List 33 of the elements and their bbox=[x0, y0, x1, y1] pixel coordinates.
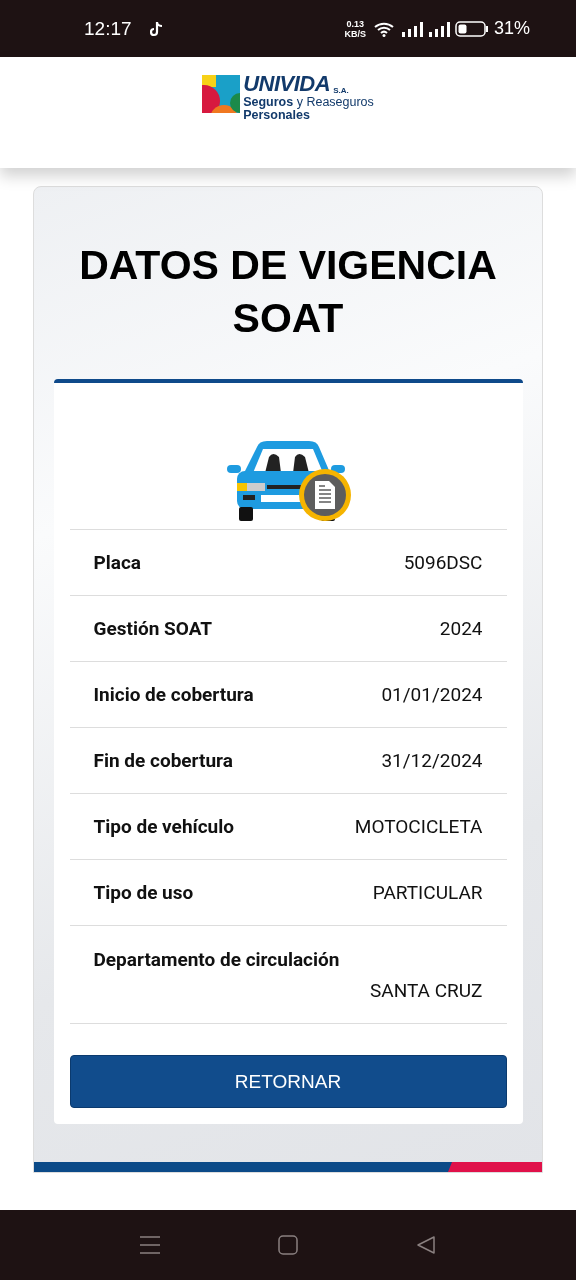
home-icon[interactable] bbox=[278, 1235, 298, 1255]
battery-icon bbox=[454, 20, 489, 37]
field-label: Tipo de uso bbox=[93, 881, 194, 904]
net-unit: KB/S bbox=[344, 28, 366, 39]
page-title: DATOS DE VIGENCIA SOAT bbox=[78, 241, 498, 343]
field-value: PARTICULAR bbox=[372, 881, 483, 904]
field-value: 2024 bbox=[439, 617, 483, 640]
signal-icon bbox=[400, 20, 423, 37]
field-label: Placa bbox=[93, 551, 141, 574]
logo-mark-icon bbox=[202, 75, 241, 113]
field-value: 31/12/2024 bbox=[381, 749, 483, 772]
field-value: 5096DSC bbox=[403, 551, 483, 574]
note-icon bbox=[149, 20, 164, 37]
field-value: 01/01/2024 bbox=[381, 683, 483, 706]
field-label: Fin de cobertura bbox=[93, 749, 233, 772]
field-label: Departamento de circulación bbox=[93, 947, 341, 971]
wifi-icon bbox=[373, 20, 396, 37]
brand-suffix: S.A. bbox=[333, 86, 349, 95]
menu-icon[interactable] bbox=[140, 1235, 160, 1255]
brand-tagline: Seguros y Reaseguros bbox=[243, 95, 374, 109]
clock: 12:17 bbox=[84, 17, 132, 40]
field-label: Gestión SOAT bbox=[93, 617, 213, 640]
field-value: MOTOCICLETA bbox=[354, 815, 483, 838]
net-speed: 0.13 bbox=[346, 18, 364, 29]
brand-tagline: Personales bbox=[243, 109, 310, 122]
field-value: SANTA CRUZ bbox=[370, 978, 483, 1002]
back-icon[interactable] bbox=[416, 1235, 436, 1255]
battery-percent: 31% bbox=[493, 18, 530, 39]
signal-icon bbox=[427, 20, 450, 37]
brand-name: UNIVIDA bbox=[243, 73, 331, 95]
field-label: Tipo de vehículo bbox=[93, 815, 234, 838]
return-button[interactable]: RETORNAR bbox=[69, 1055, 507, 1108]
field-label: Inicio de cobertura bbox=[93, 683, 254, 706]
